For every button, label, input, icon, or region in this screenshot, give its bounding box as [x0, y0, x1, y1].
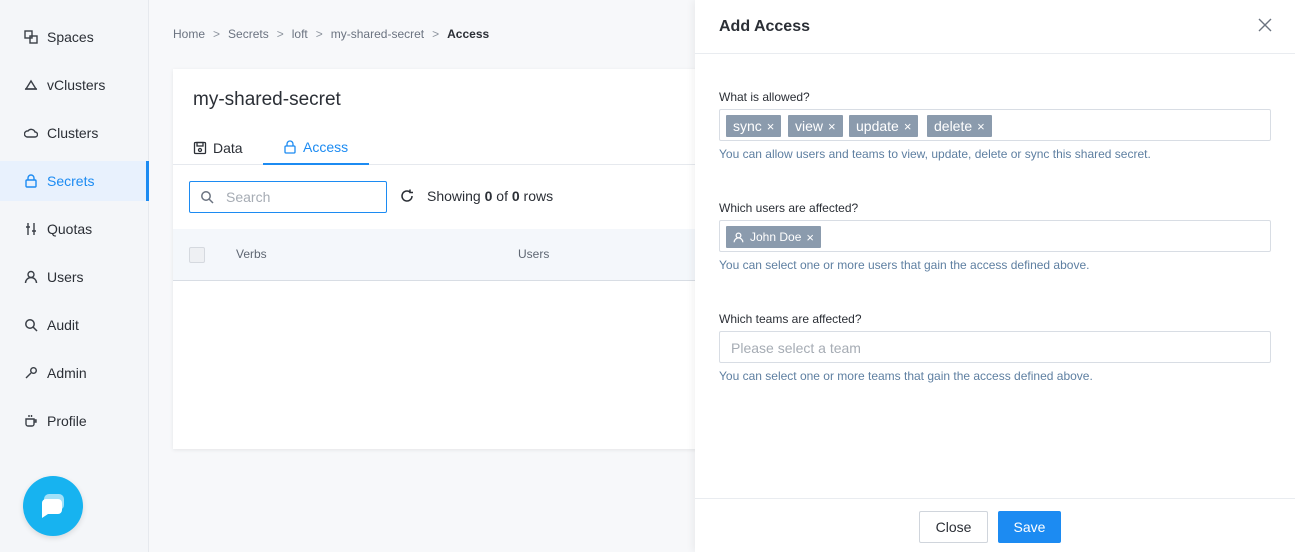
sidebar-item-vclusters[interactable]: vClusters: [0, 65, 149, 105]
chat-button[interactable]: [23, 476, 83, 536]
sidebar-item-profile[interactable]: Profile: [0, 401, 149, 441]
sidebar-item-label: Spaces: [47, 29, 94, 45]
add-access-panel: Add Access What is allowed? sync × view × …: [695, 0, 1295, 552]
sidebar-item-clusters[interactable]: Clusters: [0, 113, 149, 153]
tab-data[interactable]: Data: [193, 131, 243, 165]
table-header: Verbs Users: [173, 229, 773, 281]
search-input[interactable]: [226, 189, 376, 205]
search-field[interactable]: [189, 181, 387, 213]
breadcrumb-separator: >: [276, 27, 284, 41]
verb-tag-update: update ×: [849, 115, 919, 137]
teams-placeholder: Please select a team: [731, 340, 861, 356]
sidebar: Spaces vClusters Clusters Secrets Quotas…: [0, 0, 149, 552]
remove-tag-icon[interactable]: ×: [904, 119, 912, 134]
save-button[interactable]: Save: [998, 511, 1061, 543]
verb-tag-sync: sync ×: [726, 115, 782, 137]
vclusters-icon: [23, 77, 39, 93]
column-header-users[interactable]: Users: [518, 247, 549, 261]
showing-count: 0: [484, 188, 493, 204]
users-select[interactable]: John Doe ×: [719, 220, 1271, 252]
teams-select[interactable]: Please select a team: [719, 331, 1271, 363]
allowed-label: What is allowed?: [719, 90, 810, 104]
clusters-icon: [23, 125, 39, 141]
breadcrumb: Home > Secrets > loft > my-shared-secret…: [173, 27, 489, 41]
page-title: my-shared-secret: [193, 89, 341, 110]
search-icon: [200, 190, 214, 204]
sliders-icon: [23, 221, 39, 237]
sidebar-item-users[interactable]: Users: [0, 257, 149, 297]
remove-tag-icon[interactable]: ×: [828, 119, 836, 134]
remove-tag-icon[interactable]: ×: [806, 230, 814, 245]
refresh-icon[interactable]: [399, 188, 415, 204]
showing-total: 0: [511, 188, 520, 204]
user-tag: John Doe ×: [726, 226, 821, 248]
coffee-icon: [23, 413, 39, 429]
users-label: Which users are affected?: [719, 201, 859, 215]
tag-label: delete: [934, 118, 973, 134]
allowed-help: You can allow users and teams to view, u…: [719, 147, 1151, 161]
close-button[interactable]: Close: [919, 511, 988, 543]
sidebar-item-audit[interactable]: Audit: [0, 305, 149, 345]
user-icon: [733, 232, 744, 243]
chat-icon: [38, 491, 68, 521]
panel-title: Add Access: [719, 18, 810, 35]
sidebar-item-admin[interactable]: Admin: [0, 353, 149, 393]
sidebar-item-label: Quotas: [47, 221, 93, 237]
remove-tag-icon[interactable]: ×: [977, 119, 985, 134]
column-header-verbs[interactable]: Verbs: [236, 247, 267, 261]
sidebar-item-label: vClusters: [47, 77, 106, 93]
breadcrumb-separator: >: [432, 27, 440, 41]
tab-access[interactable]: Access: [263, 131, 369, 165]
tab-label: Access: [303, 139, 349, 155]
panel-header: Add Access: [695, 0, 1295, 54]
secret-card: my-shared-secret Data Access Showing 0 o…: [173, 69, 773, 449]
lock-icon: [283, 140, 297, 154]
tag-label: sync: [733, 118, 762, 134]
tag-label: John Doe: [750, 230, 802, 244]
tab-bar: Data Access: [173, 131, 773, 165]
teams-help: You can select one or more teams that ga…: [719, 369, 1093, 383]
breadcrumb-separator: >: [315, 27, 323, 41]
sidebar-item-secrets[interactable]: Secrets: [0, 161, 149, 201]
users-help: You can select one or more users that ga…: [719, 258, 1090, 272]
lock-icon: [23, 173, 39, 189]
sidebar-item-quotas[interactable]: Quotas: [0, 209, 149, 249]
save-icon: [193, 141, 207, 155]
search-icon: [23, 317, 39, 333]
wrench-icon: [23, 365, 39, 381]
breadcrumb-secret[interactable]: my-shared-secret: [331, 27, 424, 41]
breadcrumb-separator: >: [213, 27, 221, 41]
sidebar-item-spaces[interactable]: Spaces: [0, 17, 149, 57]
panel-footer: Close Save: [695, 498, 1295, 552]
showing-of: of: [496, 188, 508, 204]
breadcrumb-secrets[interactable]: Secrets: [228, 27, 269, 41]
verb-tag-delete: delete ×: [927, 115, 992, 137]
breadcrumb-current: Access: [447, 27, 490, 41]
tag-label: view: [795, 118, 824, 134]
spaces-icon: [23, 29, 39, 45]
remove-tag-icon[interactable]: ×: [767, 119, 775, 134]
sidebar-item-label: Audit: [47, 317, 79, 333]
showing-prefix: Showing: [427, 188, 481, 204]
verb-tag-view: view ×: [788, 115, 843, 137]
sidebar-item-label: Admin: [47, 365, 87, 381]
row-count-text: Showing 0 of 0 rows: [427, 188, 553, 204]
sidebar-item-label: Secrets: [47, 173, 95, 189]
sidebar-item-label: Users: [47, 269, 84, 285]
tag-label: update: [856, 118, 899, 134]
close-icon[interactable]: [1258, 18, 1274, 34]
breadcrumb-home[interactable]: Home: [173, 27, 205, 41]
breadcrumb-loft[interactable]: loft: [292, 27, 308, 41]
teams-label: Which teams are affected?: [719, 312, 862, 326]
verbs-select[interactable]: sync × view × update × delete ×: [719, 109, 1271, 141]
sidebar-item-label: Profile: [47, 413, 87, 429]
user-icon: [23, 269, 39, 285]
select-all-checkbox[interactable]: [189, 247, 205, 263]
showing-suffix: rows: [523, 188, 554, 204]
sidebar-item-label: Clusters: [47, 125, 99, 141]
tab-label: Data: [213, 140, 243, 156]
